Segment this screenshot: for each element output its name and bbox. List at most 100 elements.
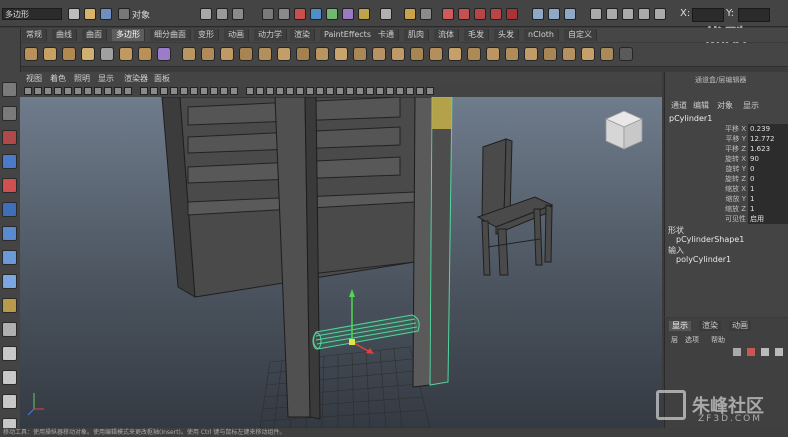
panel-toolbar-icon[interactable] bbox=[150, 87, 158, 95]
panel-toolbar-icon[interactable] bbox=[160, 87, 168, 95]
object-name[interactable]: pCylinder1 bbox=[669, 114, 712, 123]
open-scene-icon[interactable] bbox=[84, 8, 96, 20]
shape-node-name[interactable]: pCylinderShape1 bbox=[676, 235, 744, 244]
render-frame-icon[interactable] bbox=[548, 8, 560, 20]
select-surfaces-icon[interactable] bbox=[310, 8, 322, 20]
cb-tab-edit[interactable]: 编辑 bbox=[693, 100, 709, 111]
outliner-icon[interactable] bbox=[622, 8, 634, 20]
cb-tab-object[interactable]: 对象 bbox=[717, 100, 733, 111]
panel-toolbar-icon[interactable] bbox=[220, 87, 228, 95]
new-layer-icon[interactable] bbox=[733, 348, 741, 356]
panel-toolbar-icon[interactable] bbox=[336, 87, 344, 95]
panel-toolbar-icon[interactable] bbox=[104, 87, 112, 95]
perspective-viewport[interactable] bbox=[20, 97, 662, 428]
shelf-tab[interactable]: 流体 bbox=[434, 29, 459, 41]
shelf-tool-icon[interactable] bbox=[524, 47, 538, 61]
panel-toolbar-icon[interactable] bbox=[54, 87, 62, 95]
panel-toolbar-icon[interactable] bbox=[326, 87, 334, 95]
graph-editor-icon[interactable] bbox=[638, 8, 650, 20]
select-deformations-icon[interactable] bbox=[326, 8, 338, 20]
panel-toolbar-icon[interactable] bbox=[180, 87, 188, 95]
shelf-tool-icon[interactable] bbox=[448, 47, 462, 61]
attribute-value[interactable]: 0 bbox=[748, 164, 788, 174]
render-settings-icon[interactable] bbox=[590, 8, 602, 20]
shelf-tab[interactable]: 头发 bbox=[494, 29, 519, 41]
shelf-tab[interactable]: nCloth bbox=[524, 29, 559, 41]
move-tool-icon[interactable] bbox=[2, 154, 17, 169]
hypershade-icon[interactable] bbox=[606, 8, 618, 20]
panel-menu-item[interactable]: 视图 bbox=[26, 73, 42, 85]
selection-mode-label[interactable]: 对象 bbox=[132, 8, 150, 21]
panel-toolbar-icon[interactable] bbox=[396, 87, 404, 95]
panel-toolbar-icon[interactable] bbox=[406, 87, 414, 95]
shelf-tool-icon[interactable] bbox=[562, 47, 576, 61]
move-layer-up-icon[interactable] bbox=[761, 348, 769, 356]
layer-tab-anim[interactable]: 动画 bbox=[729, 321, 751, 331]
panel-toolbar-icon[interactable] bbox=[426, 87, 434, 95]
move-layer-down-icon[interactable] bbox=[775, 348, 783, 356]
shelf-tab[interactable]: 卡通 bbox=[374, 29, 399, 41]
select-dynamics-icon[interactable] bbox=[342, 8, 354, 20]
attribute-value[interactable]: 90 bbox=[748, 154, 788, 164]
panel-toolbar-icon[interactable] bbox=[356, 87, 364, 95]
shelf-tool-icon[interactable] bbox=[315, 47, 329, 61]
panel-menu-item[interactable]: 面板 bbox=[154, 73, 170, 85]
shelf-tool-icon[interactable] bbox=[201, 47, 215, 61]
attribute-value[interactable]: 0.239 bbox=[748, 124, 788, 134]
panel-toolbar-icon[interactable] bbox=[140, 87, 148, 95]
panel-toolbar-icon[interactable] bbox=[94, 87, 102, 95]
layout-four-icon[interactable] bbox=[2, 346, 17, 361]
shelf-tab[interactable]: 动力学 bbox=[254, 29, 287, 41]
snap-curve-icon[interactable] bbox=[420, 8, 432, 20]
panel-toolbar-icon[interactable] bbox=[286, 87, 294, 95]
select-tool-icon[interactable] bbox=[2, 82, 17, 97]
attribute-row[interactable]: 平移 Z 1.623 bbox=[670, 144, 788, 154]
attribute-row[interactable]: 旋转 Y0 bbox=[670, 164, 788, 174]
shelf-tool-icon[interactable] bbox=[505, 47, 519, 61]
layer-menu-options[interactable]: 选项 bbox=[685, 335, 699, 345]
layer-menu-layers[interactable]: 层 bbox=[671, 335, 678, 345]
save-scene-icon[interactable] bbox=[100, 8, 112, 20]
panel-toolbar-icon[interactable] bbox=[296, 87, 304, 95]
attribute-row[interactable]: 平移 Y 12.772 bbox=[670, 134, 788, 144]
attribute-value[interactable]: 0 bbox=[748, 174, 788, 184]
shelf-tool-icon[interactable] bbox=[353, 47, 367, 61]
panel-toolbar-icon[interactable] bbox=[266, 87, 274, 95]
cb-tab-show[interactable]: 显示 bbox=[743, 100, 759, 111]
shelf-tab[interactable]: 动画 bbox=[224, 29, 249, 41]
select-curves-icon[interactable] bbox=[294, 8, 306, 20]
panel-toolbar-icon[interactable] bbox=[246, 87, 254, 95]
component-mode-icon[interactable] bbox=[232, 8, 244, 20]
layout-side-icon[interactable] bbox=[2, 370, 17, 385]
shelf-tool-icon[interactable] bbox=[119, 47, 133, 61]
panel-toolbar-icon[interactable] bbox=[114, 87, 122, 95]
panel-toolbar-icon[interactable] bbox=[34, 87, 42, 95]
panel-toolbar-icon[interactable] bbox=[200, 87, 208, 95]
select-handles-icon[interactable] bbox=[262, 8, 274, 20]
rotate-tool-icon[interactable] bbox=[2, 178, 17, 193]
make-live-icon[interactable] bbox=[474, 8, 486, 20]
snap-point-icon[interactable] bbox=[442, 8, 454, 20]
panel-toolbar-icon[interactable] bbox=[74, 87, 82, 95]
shelf-tab[interactable]: PaintEffects bbox=[320, 29, 376, 41]
shelf-tab[interactable]: 变形 bbox=[194, 29, 219, 41]
shelf-tab[interactable]: 曲面 bbox=[82, 29, 107, 41]
select-joints-icon[interactable] bbox=[278, 8, 290, 20]
panel-toolbar-icon[interactable] bbox=[376, 87, 384, 95]
shelf-tab[interactable]: 毛发 bbox=[464, 29, 489, 41]
object-mode-icon[interactable] bbox=[216, 8, 228, 20]
selection-mask-icon[interactable] bbox=[118, 8, 130, 20]
shelf-tab[interactable]: 细分曲面 bbox=[150, 29, 191, 41]
attribute-value[interactable]: 启用 bbox=[748, 214, 788, 224]
panel-toolbar-icon[interactable] bbox=[386, 87, 394, 95]
shelf-tool-icon[interactable] bbox=[258, 47, 272, 61]
shelf-tool-icon[interactable] bbox=[182, 47, 196, 61]
attribute-row[interactable]: 缩放 Y1 bbox=[670, 194, 788, 204]
attribute-value[interactable]: 1 bbox=[748, 204, 788, 214]
shelf-tool-icon[interactable] bbox=[600, 47, 614, 61]
paint-select-tool-icon[interactable] bbox=[2, 130, 17, 145]
show-manipulator-icon[interactable] bbox=[2, 274, 17, 289]
layer-menu-help[interactable]: 帮助 bbox=[711, 335, 725, 345]
attribute-row[interactable]: 缩放 X1 bbox=[670, 184, 788, 194]
panel-toolbar-icon[interactable] bbox=[256, 87, 264, 95]
